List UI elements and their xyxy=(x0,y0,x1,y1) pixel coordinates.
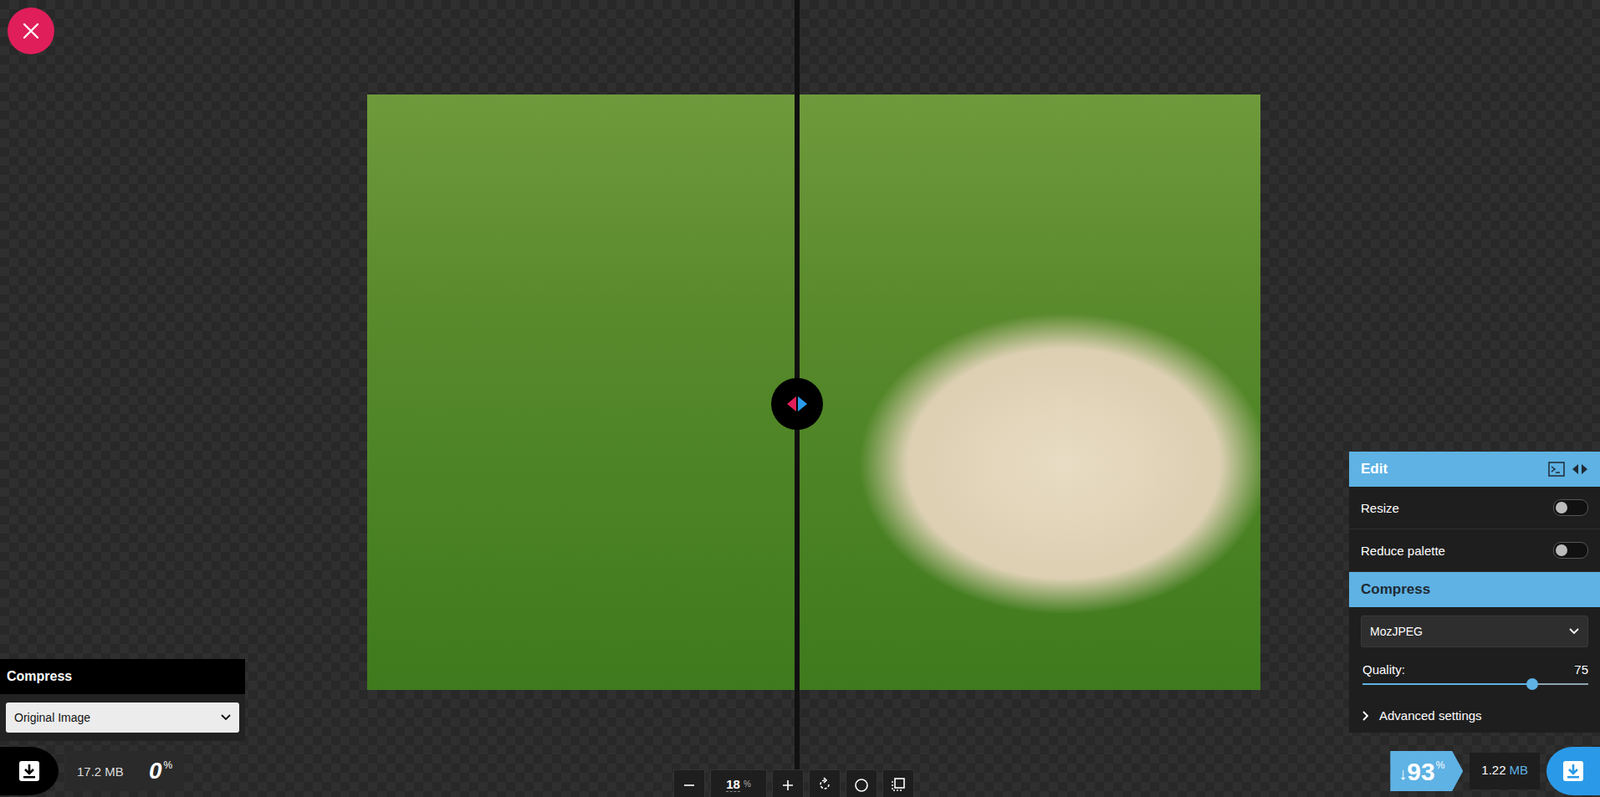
edit-panel: Edit Resize Reduce palette Compress MozJPEG Q… xyxy=(1349,451,1600,733)
compress-header: Compress xyxy=(1349,572,1600,608)
advanced-label: Advanced settings xyxy=(1379,708,1483,723)
zoom-unit: % xyxy=(743,779,752,789)
fit-button[interactable] xyxy=(882,769,915,797)
savings-value: 93 xyxy=(1406,757,1435,787)
download-button[interactable] xyxy=(1546,746,1600,796)
size-unit: MB xyxy=(1509,762,1529,777)
download-icon xyxy=(17,759,41,783)
original-size-box: 17.2 MB 0% xyxy=(65,751,185,792)
savings-unit: % xyxy=(1436,759,1446,772)
size-value: 1.22 xyxy=(1481,762,1506,777)
option-row: Reduce palette xyxy=(1349,529,1600,573)
chevron-down-icon xyxy=(220,714,231,721)
savings-value: 0 xyxy=(148,757,163,785)
circle-icon xyxy=(853,776,870,793)
split-arrows-icon xyxy=(784,393,810,415)
original-size: 17.2 MB xyxy=(76,764,124,779)
chevron-right-icon xyxy=(1362,710,1370,721)
close-icon xyxy=(20,20,41,41)
toggle-knob xyxy=(1555,501,1568,514)
minus-icon xyxy=(682,776,696,791)
zoom-toolbar: 18% xyxy=(673,769,915,797)
close-button[interactable] xyxy=(7,7,55,55)
zoom-in-button[interactable] xyxy=(771,769,804,797)
split-handle[interactable] xyxy=(771,378,824,430)
original-panel: Compress Original Image xyxy=(0,659,246,742)
crop-icon xyxy=(890,776,906,793)
option-toggle[interactable] xyxy=(1553,541,1589,559)
quality-slider[interactable] xyxy=(1362,683,1589,685)
rotate-button[interactable] xyxy=(808,769,841,797)
zoom-field[interactable]: 18% xyxy=(710,769,767,797)
method-row: Original Image xyxy=(0,694,246,742)
plus-icon xyxy=(781,776,795,791)
original-savings: 0% xyxy=(148,757,173,785)
edit-title: Edit xyxy=(1360,460,1388,478)
codec-row: MozJPEG xyxy=(1349,607,1600,656)
compress-title: Compress xyxy=(1360,581,1431,599)
compressed-size: 1.22MB xyxy=(1469,752,1540,790)
option-toggle[interactable] xyxy=(1553,499,1589,517)
rotate-icon xyxy=(817,776,833,793)
compress-header: Compress xyxy=(0,659,246,695)
quality-labels: Quality: 75 xyxy=(1362,662,1589,677)
savings-badge: ↓93% xyxy=(1390,751,1463,792)
quality-thumb[interactable] xyxy=(1526,678,1539,691)
download-original-button[interactable] xyxy=(0,746,59,796)
quality-label: Quality: xyxy=(1362,662,1406,677)
option-row: Resize xyxy=(1349,486,1600,530)
terminal-icon xyxy=(1548,461,1565,477)
compare-icon xyxy=(1571,461,1589,477)
background-button[interactable] xyxy=(845,769,878,797)
edit-header: Edit xyxy=(1349,451,1600,487)
quality-fill xyxy=(1362,683,1533,685)
zoom-out-button[interactable] xyxy=(673,769,706,797)
option-label: Reduce palette xyxy=(1360,543,1446,558)
original-footer: 17.2 MB 0% xyxy=(0,746,185,796)
advanced-settings[interactable]: Advanced settings xyxy=(1349,700,1600,733)
download-icon xyxy=(1561,759,1585,783)
quality-row: Quality: 75 xyxy=(1349,655,1600,701)
toggle-knob xyxy=(1555,544,1568,557)
method-select[interactable]: Original Image xyxy=(5,702,240,733)
savings-unit: % xyxy=(163,759,173,772)
quality-value: 75 xyxy=(1574,662,1589,677)
savings-arrow: ↓ xyxy=(1398,764,1407,784)
codec-value: MozJPEG xyxy=(1369,624,1423,639)
method-value: Original Image xyxy=(14,710,91,725)
compressed-footer: ↓93%1.22MB xyxy=(1390,746,1600,796)
option-label: Resize xyxy=(1360,500,1400,516)
header-icons xyxy=(1548,461,1589,477)
chevron-down-icon xyxy=(1569,628,1580,635)
codec-select[interactable]: MozJPEG xyxy=(1360,615,1589,648)
zoom-value: 18 xyxy=(725,776,741,793)
